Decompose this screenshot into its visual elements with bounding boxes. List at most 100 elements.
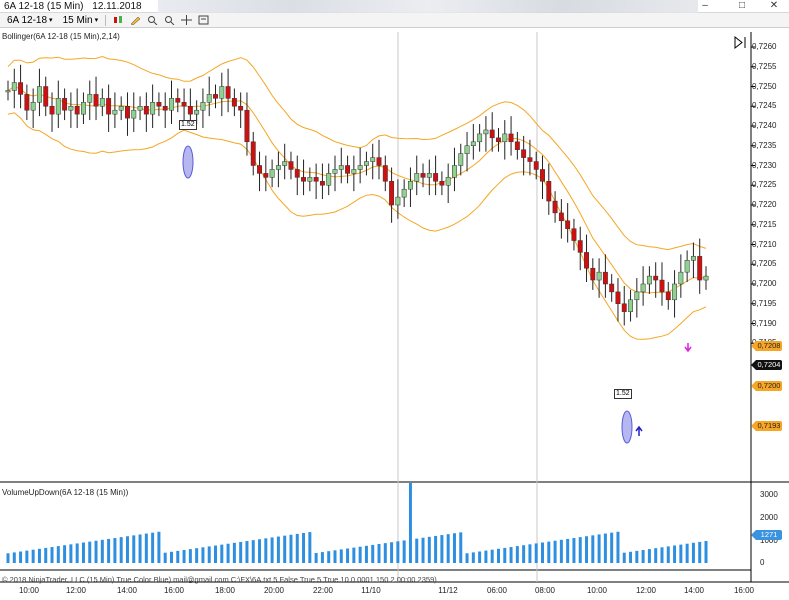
candle-body bbox=[489, 129, 495, 139]
price-tick-label: 0,7230 bbox=[752, 160, 777, 170]
candle-body bbox=[194, 109, 200, 115]
volume-bar bbox=[364, 545, 368, 563]
volume-bar bbox=[12, 552, 16, 563]
volume-bar bbox=[421, 537, 425, 563]
price-tick-label: 0,7260 bbox=[752, 42, 777, 51]
candle-body bbox=[87, 94, 93, 103]
candle-body bbox=[81, 102, 86, 115]
volume-bar bbox=[308, 532, 312, 563]
volume-bar bbox=[660, 547, 664, 563]
volume-bar bbox=[647, 549, 651, 563]
candle-body bbox=[74, 106, 80, 115]
volume-bar bbox=[258, 539, 262, 563]
candle-body bbox=[200, 102, 206, 111]
chart-annotations bbox=[182, 35, 746, 444]
volume-bar bbox=[151, 532, 155, 563]
candle-body bbox=[508, 133, 514, 143]
candle-body bbox=[162, 106, 168, 111]
volume-bar bbox=[283, 535, 287, 563]
candle-body bbox=[458, 153, 464, 166]
middle-band-flag: 0,7200 bbox=[751, 381, 782, 391]
candle-body bbox=[370, 157, 376, 162]
volume-bar bbox=[585, 536, 589, 563]
volume-tick-label: 3000 bbox=[760, 490, 778, 499]
volume-bar bbox=[390, 542, 394, 563]
volume-bar bbox=[434, 535, 438, 563]
candle-body bbox=[565, 220, 571, 229]
volume-bar bbox=[37, 548, 41, 563]
volume-bar bbox=[616, 531, 620, 563]
candle-body bbox=[703, 275, 709, 281]
candle-body bbox=[684, 260, 690, 273]
chart-area[interactable] bbox=[0, 0, 789, 600]
candle-body bbox=[659, 279, 665, 293]
volume-bar bbox=[415, 538, 419, 563]
candle-body bbox=[426, 173, 432, 178]
middle-band-line bbox=[7, 85, 707, 294]
volume-bar bbox=[270, 537, 274, 563]
volume-bar bbox=[691, 542, 695, 563]
volume-bar bbox=[559, 539, 563, 563]
volume-bar bbox=[289, 534, 293, 563]
candle-body bbox=[150, 102, 156, 115]
volume-bar bbox=[176, 550, 180, 563]
volume-bar bbox=[515, 546, 519, 563]
volume-bar bbox=[25, 550, 29, 563]
volume-bar bbox=[459, 532, 463, 563]
volume-bar bbox=[144, 533, 148, 563]
volume-bar bbox=[685, 543, 689, 563]
volume-bar bbox=[591, 535, 595, 563]
candle-body bbox=[628, 299, 633, 312]
volume-bar bbox=[195, 548, 199, 563]
volume-bar bbox=[490, 549, 494, 563]
volume-bar bbox=[302, 532, 306, 563]
volume-bar bbox=[188, 549, 192, 563]
candle-body bbox=[18, 82, 24, 95]
volume-bar bbox=[578, 537, 582, 563]
volume-bar bbox=[81, 542, 85, 563]
time-tick-label: 22:00 bbox=[312, 586, 334, 595]
time-tick-label: 12:00 bbox=[635, 586, 657, 595]
volume-bar bbox=[88, 541, 92, 563]
candle-body bbox=[357, 165, 363, 170]
volume-bar bbox=[597, 534, 601, 563]
candle-body bbox=[596, 271, 602, 281]
volume-bar bbox=[427, 536, 431, 563]
candle-body bbox=[602, 271, 608, 285]
candle-body bbox=[395, 196, 401, 206]
volume-bar bbox=[169, 551, 173, 563]
volume-tick-label: 0 bbox=[760, 558, 765, 567]
price-tick-label: 0,7210 bbox=[752, 239, 777, 249]
volume-bar bbox=[635, 550, 639, 563]
candle-body bbox=[143, 106, 149, 115]
volume-bar bbox=[654, 548, 658, 563]
volume-bar bbox=[408, 483, 412, 563]
candle-body bbox=[93, 94, 99, 107]
candle-body bbox=[615, 291, 621, 304]
volume-bar bbox=[534, 543, 538, 563]
time-tick-label: 16:00 bbox=[733, 586, 755, 595]
candle-body bbox=[477, 133, 483, 143]
candle-body bbox=[213, 94, 218, 99]
volume-bar bbox=[314, 552, 318, 563]
candle-body bbox=[609, 283, 615, 293]
volume-bar bbox=[157, 531, 161, 563]
bollinger-bands bbox=[7, 55, 707, 340]
volume-bar bbox=[358, 546, 362, 563]
volume-bar bbox=[547, 541, 551, 563]
last-volume-flag: 1271 bbox=[751, 530, 782, 540]
candle-body bbox=[319, 181, 325, 186]
candle-body bbox=[672, 283, 678, 301]
price-tick-label: 0,7200 bbox=[752, 279, 777, 288]
candle-body bbox=[571, 228, 577, 241]
price-tick-label: 0,7255 bbox=[752, 61, 777, 71]
grid-lines bbox=[0, 32, 789, 583]
volume-bar bbox=[107, 538, 111, 563]
candle-body bbox=[401, 188, 407, 198]
volume-bar bbox=[163, 552, 167, 563]
volume-bar bbox=[44, 547, 48, 563]
volume-bar bbox=[207, 546, 211, 563]
chart-window: 6A 12-18 (15 Min) 12.11.2018 – □ ✕ 6A 12… bbox=[0, 0, 789, 600]
volume-bar bbox=[465, 553, 469, 563]
signal-ellipse bbox=[621, 410, 633, 444]
